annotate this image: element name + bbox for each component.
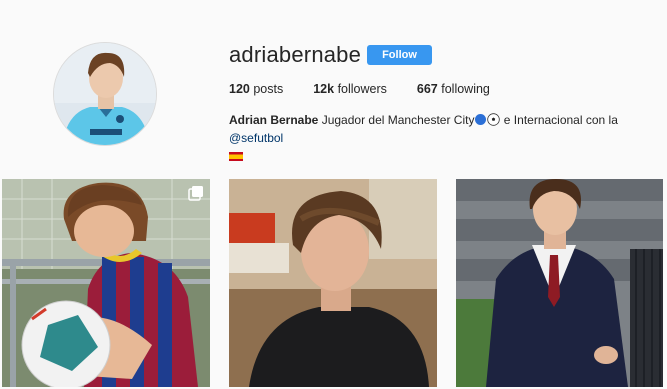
- followers-label: followers: [337, 82, 387, 96]
- profile-header: adriabernabe Follow 120 posts 12k follow…: [0, 0, 667, 170]
- profile-username: adriabernabe: [229, 42, 362, 67]
- post-image-1: [2, 179, 210, 387]
- profile-stats: 120 posts 12k followers 667 following: [229, 82, 520, 96]
- following-count: 667: [416, 82, 438, 96]
- profile-avatar[interactable]: [53, 42, 157, 146]
- post-thumbnail-1[interactable]: [2, 179, 210, 387]
- bio-text-middle: e Internacional con la: [503, 113, 618, 127]
- posts-stat: 120 posts: [229, 82, 283, 96]
- spain-flag-icon: [229, 152, 243, 161]
- posts-count: 120: [229, 82, 250, 96]
- follow-button[interactable]: Follow: [367, 45, 432, 65]
- multiple-posts-icon: [188, 186, 203, 201]
- post-image-3: [456, 179, 663, 387]
- followers-count: 12k: [313, 82, 335, 96]
- post-image-2: [229, 179, 437, 387]
- sefutbol-mention-link[interactable]: @sefutbol: [229, 131, 283, 145]
- blue-circle-icon: [475, 114, 487, 125]
- profile-full-name: Adrian Bernabe: [229, 113, 319, 127]
- posts-label: posts: [253, 82, 284, 96]
- avatar-image: [54, 43, 156, 145]
- following-stat[interactable]: 667 following: [417, 82, 490, 96]
- soccer-ball-icon: [487, 113, 501, 127]
- profile-bio: Adrian Bernabe Jugador del Manchester Ci…: [229, 111, 659, 165]
- following-label: following: [441, 82, 490, 96]
- post-thumbnail-2[interactable]: [229, 179, 437, 387]
- followers-stat[interactable]: 12k followers: [313, 82, 387, 96]
- bio-text-before: Jugador del Manchester City: [321, 113, 475, 127]
- post-thumbnail-3[interactable]: [456, 179, 663, 387]
